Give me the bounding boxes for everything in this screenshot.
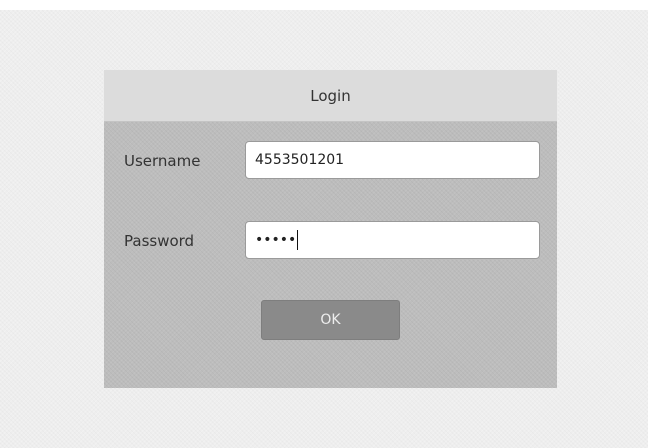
ok-button[interactable]: OK [261, 300, 400, 340]
password-masked-value: ••••• [255, 232, 297, 248]
username-input[interactable] [245, 141, 540, 179]
username-label: Username [124, 152, 201, 170]
login-header: Login [104, 70, 557, 122]
login-dialog: Login Username Password ••••• OK [104, 70, 557, 388]
login-title: Login [310, 86, 351, 105]
text-caret [297, 230, 299, 250]
password-label: Password [124, 232, 195, 250]
password-input[interactable]: ••••• [245, 221, 540, 259]
top-strip [0, 0, 648, 10]
ok-button-label: OK [320, 312, 341, 328]
